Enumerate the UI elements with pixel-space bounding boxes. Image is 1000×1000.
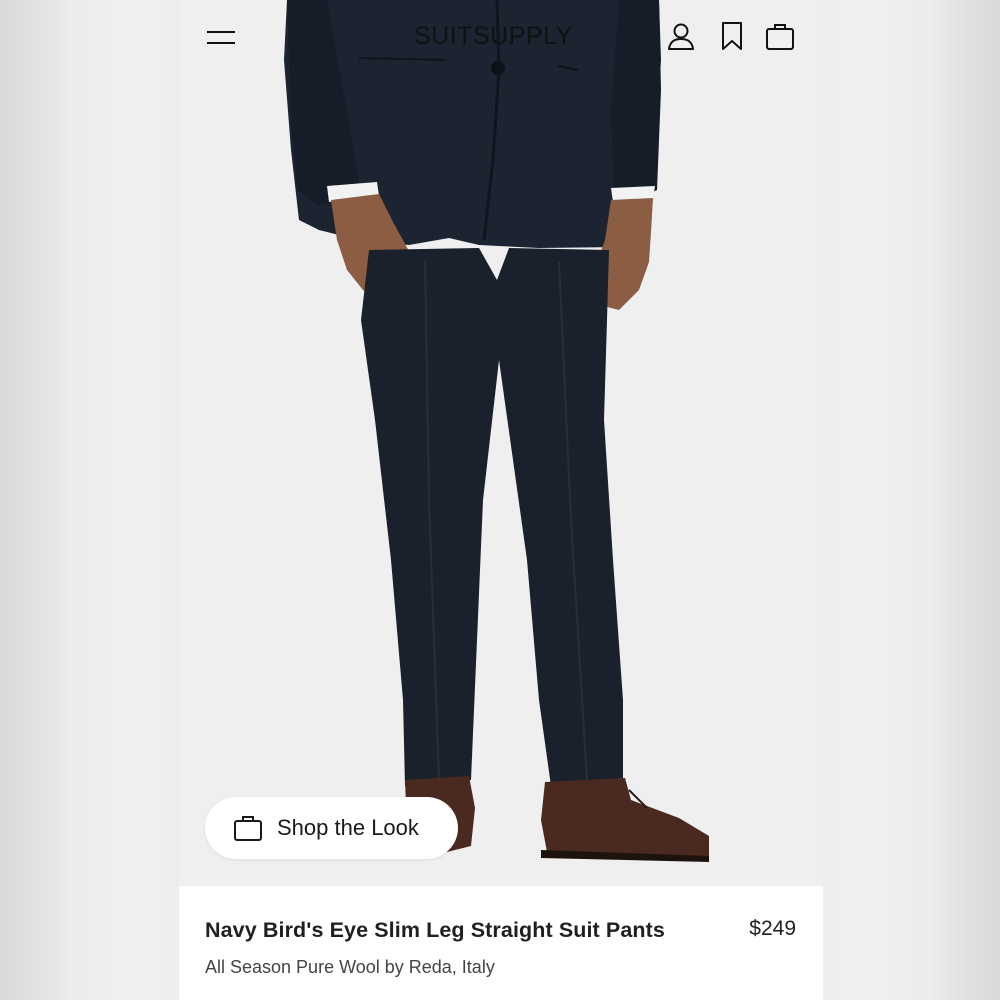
product-info: Navy Bird's Eye Slim Leg Straight Suit P… (179, 886, 823, 1000)
blurred-margin-left (0, 0, 179, 1000)
product-title[interactable]: Navy Bird's Eye Slim Leg Straight Suit P… (205, 918, 665, 943)
blurred-margin-right (823, 0, 1000, 1000)
product-subtitle: All Season Pure Wool by Reda, Italy (205, 957, 495, 977)
bookmark-icon[interactable] (716, 20, 748, 52)
shopping-bag-icon[interactable] (764, 20, 796, 52)
product-hero-image[interactable]: SUITSUPPLY Shop the Look (179, 0, 823, 886)
shopping-bag-icon (234, 816, 262, 841)
shop-the-look-label: Shop the Look (277, 815, 419, 840)
site-header: SUITSUPPLY (179, 0, 823, 74)
shop-the-look-button[interactable]: Shop the Look (205, 797, 458, 859)
hamburger-menu-icon[interactable] (206, 24, 236, 50)
product-page: SUITSUPPLY Shop the Look Navy Bird's Eye… (179, 0, 823, 1000)
product-price: $249 (749, 917, 796, 940)
user-icon[interactable] (665, 20, 697, 52)
brand-logo[interactable]: SUITSUPPLY (414, 22, 573, 51)
product-photo (284, 0, 709, 862)
